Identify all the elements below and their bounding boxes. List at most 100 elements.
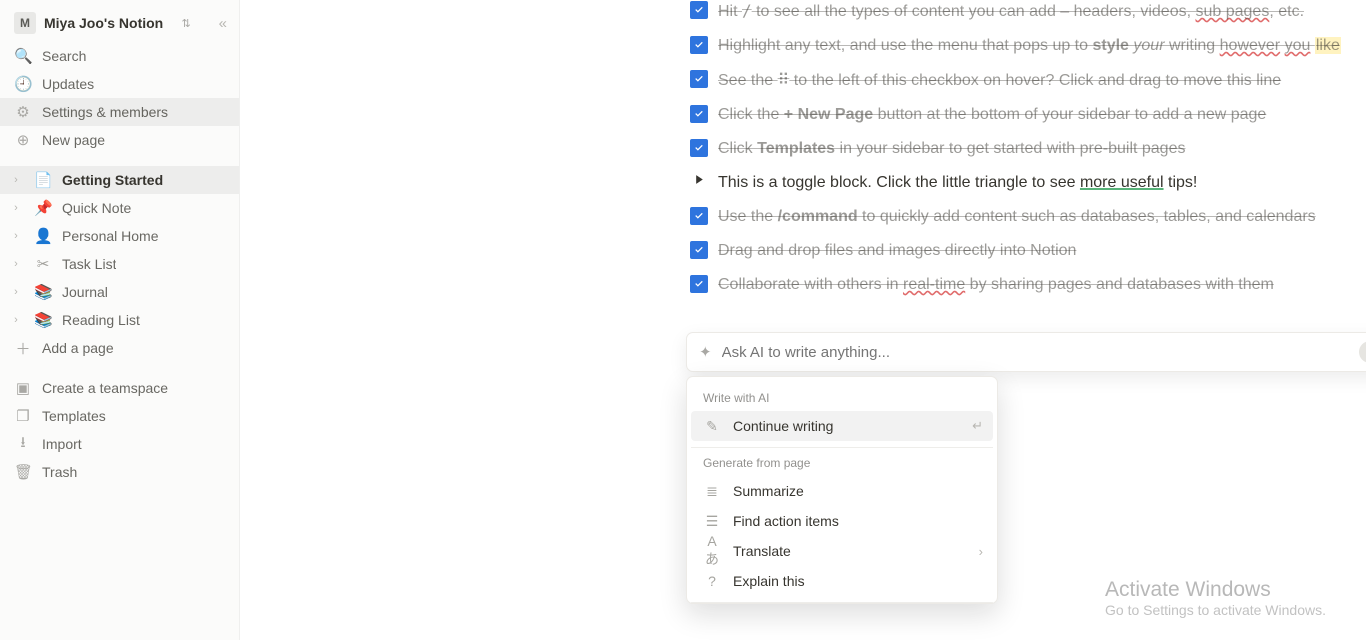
page-label: Reading List — [62, 312, 140, 328]
page-icon: 📌 — [34, 199, 52, 217]
chevron-right-icon[interactable]: › — [8, 314, 24, 326]
todo-text[interactable]: Hit / to see all the types of content yo… — [718, 0, 1304, 24]
sidebar-page-task-list[interactable]: ›✂Task List — [0, 250, 239, 278]
pencil-icon: ✎ — [703, 418, 721, 435]
todo-block[interactable]: Click Templates in your sidebar to get s… — [690, 132, 1366, 166]
todo-block[interactable]: Highlight any text, and use the menu tha… — [690, 29, 1366, 63]
todo-text[interactable]: Drag and drop files and images directly … — [718, 239, 1076, 263]
ai-send-button[interactable] — [1359, 341, 1366, 363]
workspace-switcher[interactable]: M Miya Joo's Notion ⇅ « — [0, 8, 239, 42]
page-label: Journal — [62, 284, 108, 300]
sidebar-trash[interactable]: 🗑 Trash — [0, 458, 239, 486]
todo-text[interactable]: Click the + New Page button at the botto… — [718, 103, 1266, 127]
ai-input[interactable] — [722, 344, 1349, 361]
updown-icon: ⇅ — [181, 17, 190, 30]
sidebar-add-page[interactable]: ＋ Add a page — [0, 334, 239, 362]
sidebar-new-page[interactable]: ⊕ New page — [0, 126, 239, 154]
workspace-avatar: M — [14, 12, 36, 34]
windows-activation-watermark: Activate Windows Go to Settings to activ… — [1105, 578, 1326, 618]
sidebar-settings[interactable]: ⚙ Settings & members — [0, 98, 239, 126]
toggle-caret-icon[interactable] — [690, 174, 708, 185]
chevron-right-icon[interactable]: › — [8, 258, 24, 270]
ai-item-summarize[interactable]: ≣ Summarize — [691, 476, 993, 506]
page-label: Personal Home — [62, 228, 159, 244]
sidebar-search[interactable]: 🔍 Search — [0, 42, 239, 70]
question-icon: ? — [703, 573, 721, 589]
checklist-icon: ☰ — [703, 513, 721, 530]
trash-icon: 🗑 — [14, 463, 32, 481]
list-icon: ≣ — [703, 483, 721, 500]
sidebar-page-personal-home[interactable]: ›👤Personal Home — [0, 222, 239, 250]
checkbox-checked[interactable] — [690, 105, 708, 123]
checkbox-checked[interactable] — [690, 275, 708, 293]
todo-block[interactable]: Use the /command to quickly add content … — [690, 200, 1366, 234]
sparkle-icon: ✦ — [699, 343, 712, 361]
plus-circle-icon: ⊕ — [14, 131, 32, 149]
sidebar-page-quick-note[interactable]: › 📌 Quick Note — [0, 194, 239, 222]
sidebar-updates[interactable]: 🕘 Updates — [0, 70, 239, 98]
sidebar-new-page-label: New page — [42, 132, 105, 148]
ai-suggestions-menu: Write with AI✎Continue writing↵Generate … — [686, 376, 998, 604]
sidebar-page-reading-list[interactable]: › 📚 Reading List — [0, 306, 239, 334]
ai-item-label: Explain this — [733, 573, 805, 589]
todo-text[interactable]: Collaborate with others in real-time by … — [718, 273, 1274, 297]
watermark-subtitle: Go to Settings to activate Windows. — [1105, 602, 1326, 618]
chevron-right-icon[interactable]: › — [8, 174, 24, 186]
todo-block[interactable]: Drag and drop files and images directly … — [690, 234, 1366, 268]
page-label: Task List — [62, 256, 116, 272]
sidebar-import-label: Import — [42, 436, 82, 452]
teamspace-icon: ▣ — [14, 379, 32, 397]
checkbox-checked[interactable] — [690, 36, 708, 54]
ai-item-continue-writing[interactable]: ✎ Continue writing ↵ — [691, 411, 993, 441]
sidebar-page-journal[interactable]: › 📚 Journal — [0, 278, 239, 306]
chevron-right-icon[interactable]: › — [8, 286, 24, 298]
ai-item-explain-this[interactable]: ? Explain this — [691, 566, 993, 596]
ai-item-label: Translate — [733, 543, 791, 559]
enter-key-icon: ↵ — [972, 418, 983, 434]
checkbox-checked[interactable] — [690, 241, 708, 259]
todo-block[interactable]: Click the + New Page button at the botto… — [690, 98, 1366, 132]
todo-block[interactable]: Collaborate with others in real-time by … — [690, 268, 1366, 302]
toggle-block[interactable]: This is a toggle block. Click the little… — [690, 166, 1366, 200]
sidebar-search-label: Search — [42, 48, 86, 64]
ai-item-find-action-items[interactable]: ☰ Find action items — [691, 506, 993, 536]
sidebar-trash-label: Trash — [42, 464, 77, 480]
translate-icon: Aあ — [703, 533, 721, 569]
ai-item-label: Find action items — [733, 513, 839, 529]
plus-icon: ＋ — [14, 338, 32, 359]
sidebar-import[interactable]: ⭳ Import — [0, 430, 239, 458]
sidebar-create-teamspace[interactable]: ▣ Create a teamspace — [0, 374, 239, 402]
sidebar-templates-label: Templates — [42, 408, 106, 424]
search-icon: 🔍 — [14, 47, 32, 65]
watermark-title: Activate Windows — [1105, 578, 1326, 602]
todo-text[interactable]: See the ⠿ to the left of this checkbox o… — [718, 68, 1281, 93]
ai-item-label: Continue writing — [733, 418, 833, 434]
page-icon: 📄 — [34, 171, 52, 189]
ai-item-label: Summarize — [733, 483, 804, 499]
todo-block[interactable]: See the ⠿ to the left of this checkbox o… — [690, 63, 1366, 98]
sidebar-settings-label: Settings & members — [42, 104, 168, 120]
todo-text[interactable]: Use the /command to quickly add content … — [718, 205, 1316, 229]
toggle-text[interactable]: This is a toggle block. Click the little… — [718, 171, 1197, 195]
page-label: Quick Note — [62, 200, 131, 216]
checkbox-checked[interactable] — [690, 1, 708, 19]
todo-text[interactable]: Highlight any text, and use the menu tha… — [718, 34, 1341, 58]
ai-item-translate[interactable]: Aあ Translate › — [691, 536, 993, 566]
ai-section-title: Generate from page — [691, 450, 993, 476]
checkbox-checked[interactable] — [690, 139, 708, 157]
todo-block[interactable]: Hit / to see all the types of content yo… — [690, 0, 1366, 29]
sidebar-page-getting-started[interactable]: ›📄Getting Started — [0, 166, 239, 194]
sidebar-add-page-label: Add a page — [42, 340, 114, 356]
chevron-right-icon: › — [979, 544, 983, 559]
page-icon: 📚 — [34, 283, 52, 301]
gear-icon: ⚙ — [14, 103, 32, 121]
sidebar-templates[interactable]: ❐ Templates — [0, 402, 239, 430]
ai-input-bar[interactable]: ✦ — [686, 332, 1366, 372]
collapse-sidebar-icon[interactable]: « — [219, 15, 227, 32]
chevron-right-icon[interactable]: › — [8, 230, 24, 242]
page-icon: 📚 — [34, 311, 52, 329]
checkbox-checked[interactable] — [690, 207, 708, 225]
todo-text[interactable]: Click Templates in your sidebar to get s… — [718, 137, 1185, 161]
chevron-right-icon[interactable]: › — [8, 202, 24, 214]
checkbox-checked[interactable] — [690, 70, 708, 88]
